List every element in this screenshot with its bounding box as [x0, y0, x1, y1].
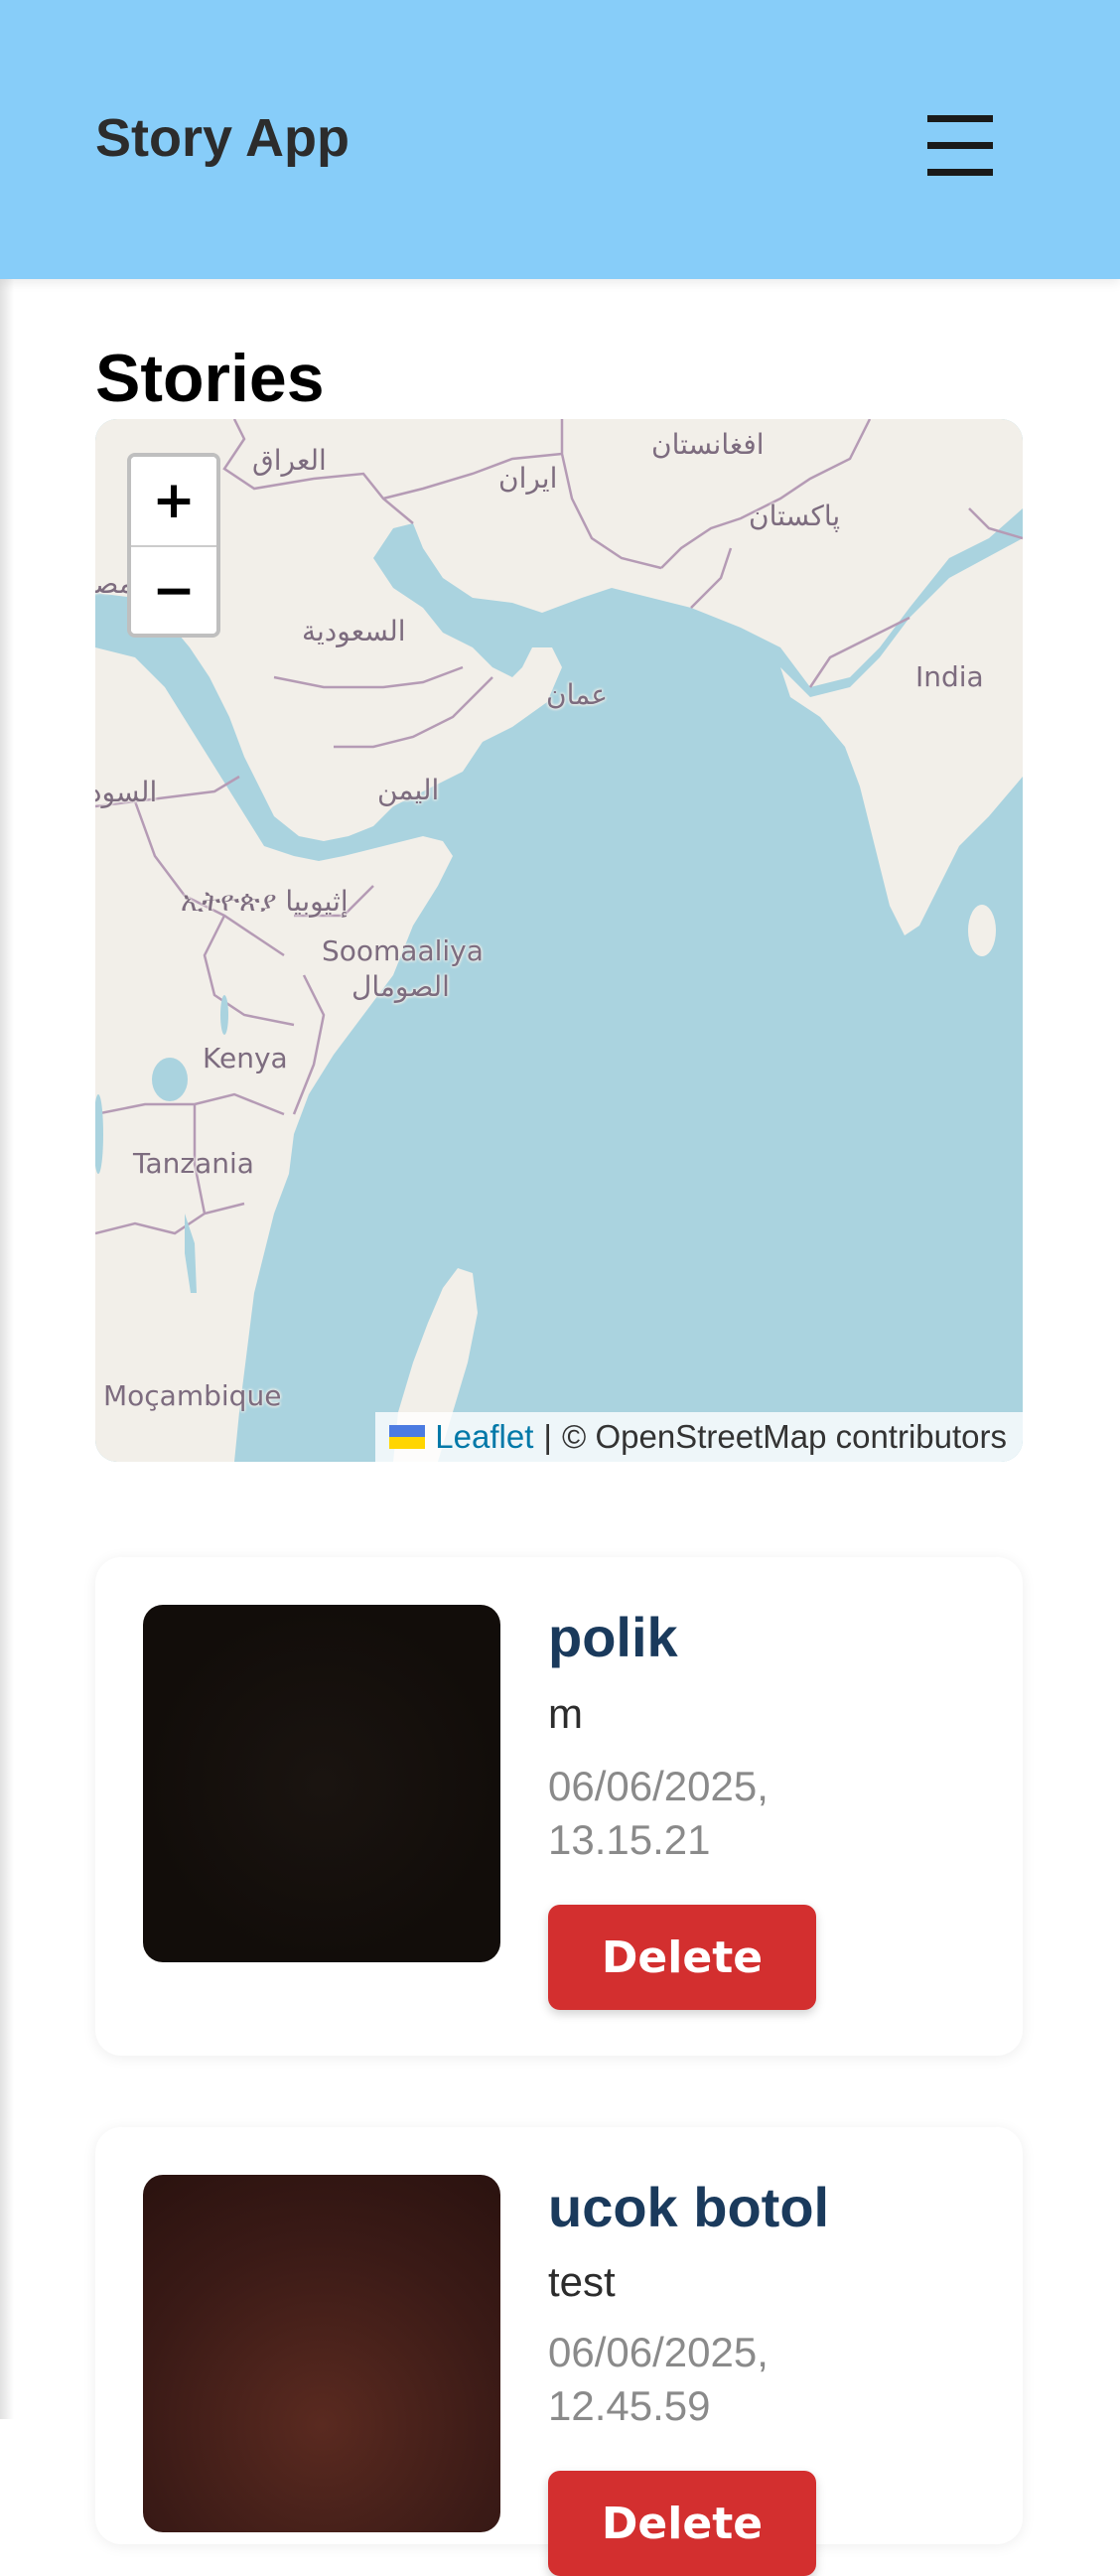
map-label-somalia-arabic: الصومال — [351, 970, 450, 1003]
zoom-out-button[interactable]: − — [131, 545, 216, 634]
story-card: ucok botol test 06/06/2025, 12.45.59 Del… — [95, 2127, 1023, 2576]
hamburger-menu-icon — [927, 115, 993, 176]
sri-lanka-land — [968, 905, 996, 956]
page-title: Stories — [95, 341, 325, 416]
map-label-iraq: العراق — [252, 444, 327, 477]
story-description: m — [548, 1690, 583, 1737]
story-date: 06/06/2025, 12.45.59 — [548, 2329, 769, 2429]
delete-button[interactable]: Delete — [548, 1905, 816, 2010]
map-label-yemen: اليمن — [377, 774, 440, 806]
story-map[interactable]: العراق ايران افغانستان پاکستان مصر السعو… — [95, 419, 1023, 1462]
lake-victoria — [152, 1058, 188, 1101]
map-label-pakistan: پاکستان — [749, 500, 841, 532]
map-label-tanzania: Tanzania — [133, 1147, 254, 1180]
map-label-ethiopia: ኢትዮጵያ إثيوبيا — [181, 885, 349, 918]
story-title: polik — [548, 1606, 678, 1668]
app-title: Story App — [95, 108, 350, 168]
menu-button[interactable] — [919, 105, 1001, 185]
story-image — [143, 1605, 500, 1962]
map-label-kenya: Kenya — [203, 1042, 288, 1074]
story-card: polik m 06/06/2025, 13.15.21 Delete — [95, 1557, 1023, 2056]
lake-turkana — [220, 995, 228, 1035]
map-label-india: India — [915, 660, 984, 693]
drawer-edge-shadow — [0, 279, 14, 2419]
map-label-somalia: Soomaaliya — [322, 934, 484, 967]
map-label-sudan: السود — [95, 776, 158, 808]
attribution-separator: | — [543, 1418, 552, 1455]
map-label-mozambique: Moçambique — [103, 1379, 282, 1412]
app-header: Story App — [0, 0, 1120, 279]
map-zoom-control: + − — [127, 453, 220, 638]
story-date: 06/06/2025, 13.15.21 — [548, 1763, 769, 1863]
map-tiles — [95, 419, 1023, 1462]
leaflet-link[interactable]: Leaflet — [435, 1412, 533, 1462]
osm-attribution-text: © OpenStreetMap contributors — [561, 1418, 1007, 1455]
map-label-saudi-arabia: السعودية — [302, 615, 406, 647]
map-label-oman: عمان — [546, 678, 608, 711]
map-label-afghanistan: افغانستان — [651, 428, 765, 461]
story-image — [143, 2175, 500, 2532]
map-attribution: Leaflet | © OpenStreetMap contributors — [375, 1412, 1023, 1462]
map-label-iran: ايران — [498, 462, 558, 495]
delete-button[interactable]: Delete — [548, 2471, 816, 2576]
story-title: ucok botol — [548, 2176, 830, 2238]
story-description: test — [548, 2258, 616, 2305]
ukraine-flag-icon — [389, 1425, 426, 1449]
zoom-in-button[interactable]: + — [131, 457, 216, 545]
